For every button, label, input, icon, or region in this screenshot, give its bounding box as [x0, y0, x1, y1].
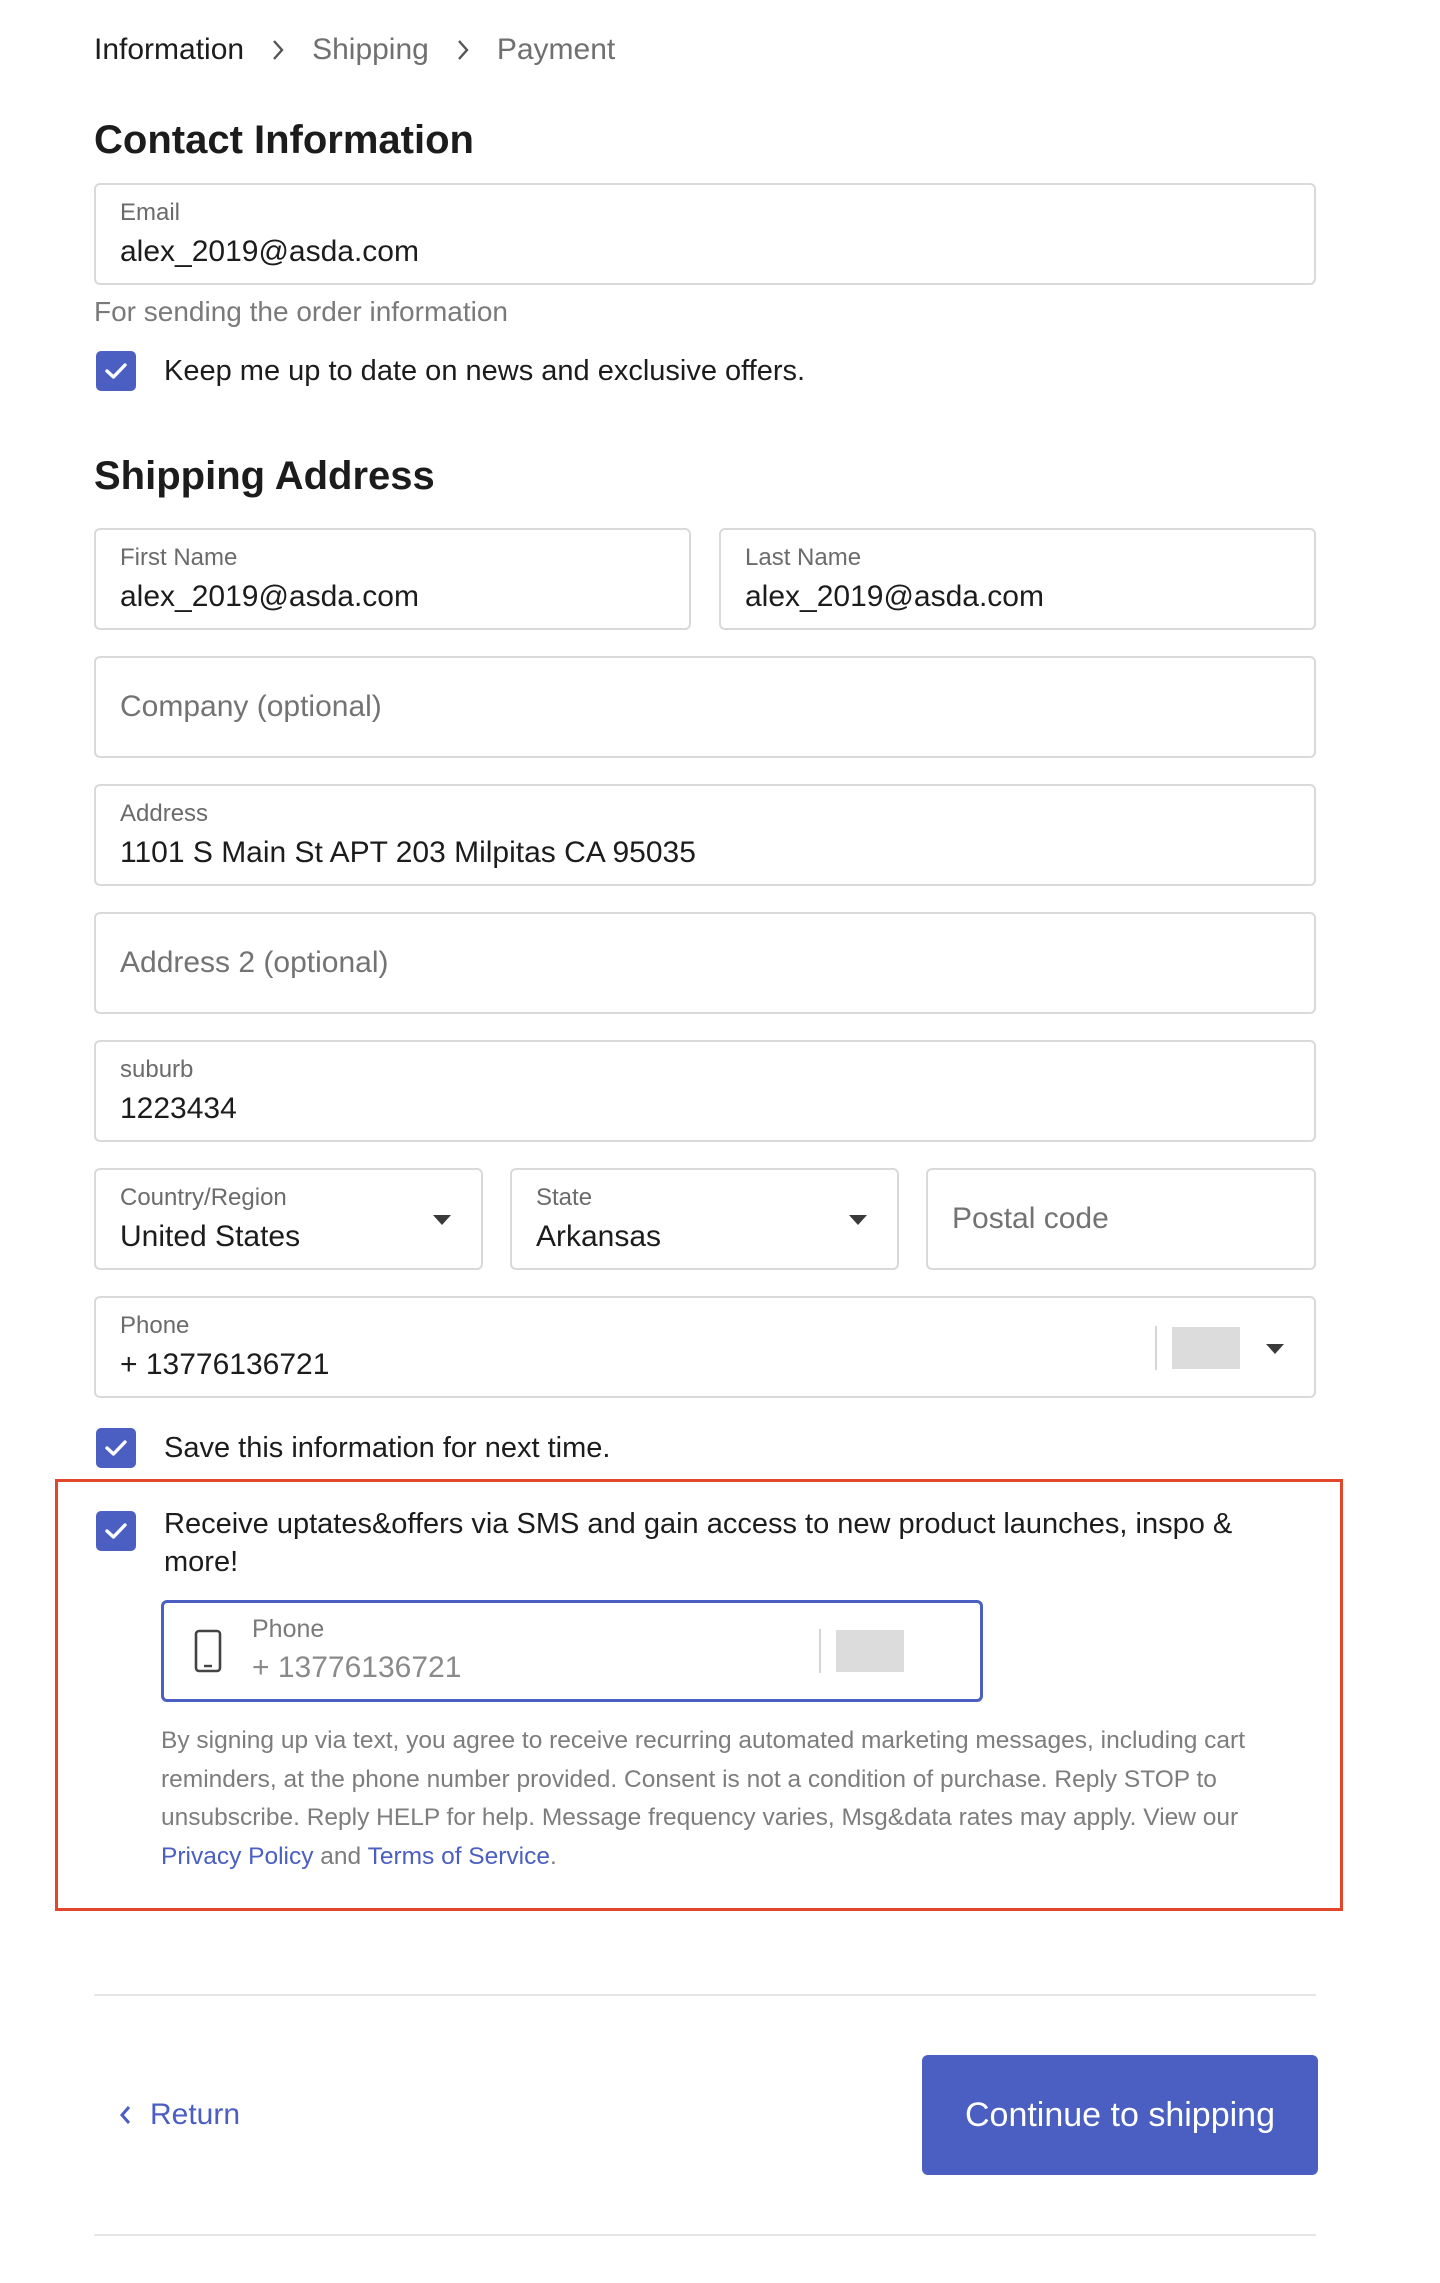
country-value[interactable]: United States [120, 1220, 300, 1254]
chevron-right-icon [429, 39, 497, 61]
footer-divider-top [94, 1994, 1316, 1996]
legal-and-text: and [320, 1842, 362, 1870]
breadcrumb-payment[interactable]: Payment [497, 33, 615, 67]
mobile-phone-icon [194, 1629, 222, 1678]
terms-of-service-link[interactable]: Terms of Service [368, 1843, 550, 1870]
footer-divider-bottom [94, 2234, 1316, 2236]
chevron-left-icon [118, 2104, 132, 2126]
first-name-field[interactable]: First Name alex_2019@asda.com [94, 528, 691, 630]
suburb-label: suburb [120, 1056, 194, 1083]
sms-legal-body: By signing up via text, you agree to rec… [161, 1727, 1246, 1831]
state-value[interactable]: Arkansas [536, 1220, 661, 1254]
newsletter-label: Keep me up to date on news and exclusive… [164, 355, 806, 387]
phone-country-divider [1155, 1326, 1157, 1370]
save-info-checkbox-row[interactable]: Save this information for next time. [96, 1428, 610, 1468]
company-placeholder: Company (optional) [120, 690, 382, 723]
breadcrumb-information[interactable]: Information [94, 33, 244, 67]
return-label[interactable]: Return [150, 2098, 240, 2132]
suburb-value[interactable]: 1223434 [120, 1092, 237, 1126]
last-name-label: Last Name [745, 544, 862, 571]
checkmark-icon [105, 1523, 127, 1539]
email-label: Email [120, 199, 181, 226]
first-name-label: First Name [120, 544, 238, 571]
last-name-field[interactable]: Last Name alex_2019@asda.com [719, 528, 1316, 630]
caret-down-icon[interactable] [1266, 1344, 1284, 1354]
newsletter-checkbox-row[interactable]: Keep me up to date on news and exclusive… [96, 351, 805, 391]
sms-optin-label: Receive uptates&offers via SMS and gain … [164, 1508, 1233, 1578]
breadcrumb: Information Shipping Payment [94, 30, 615, 70]
state-label: State [536, 1184, 593, 1211]
country-select[interactable]: Country/Region United States [94, 1168, 483, 1270]
sms-phone-value[interactable]: + 13776136721 [252, 1651, 461, 1685]
contact-section-title: Contact Information [94, 118, 474, 162]
country-flag-icon[interactable] [836, 1630, 904, 1672]
address2-placeholder: Address 2 (optional) [120, 946, 389, 979]
sms-phone-label: Phone [252, 1615, 325, 1643]
save-info-label: Save this information for next time. [164, 1432, 611, 1464]
sms-legal-text: By signing up via text, you agree to rec… [161, 1722, 1291, 1876]
phone-field[interactable]: Phone + 13776136721 [94, 1296, 1316, 1398]
first-name-value[interactable]: alex_2019@asda.com [120, 580, 419, 614]
address-label: Address [120, 800, 209, 827]
sms-phone-divider [819, 1629, 821, 1673]
email-field[interactable]: Email alex_2019@asda.com [94, 183, 1316, 285]
email-value[interactable]: alex_2019@asda.com [120, 235, 419, 269]
breadcrumb-shipping[interactable]: Shipping [312, 33, 429, 67]
phone-label: Phone [120, 1312, 190, 1339]
phone-value[interactable]: + 13776136721 [120, 1348, 329, 1382]
country-flag-icon[interactable] [1172, 1327, 1240, 1369]
address-field[interactable]: Address 1101 S Main St APT 203 Milpitas … [94, 784, 1316, 886]
suburb-field[interactable]: suburb 1223434 [94, 1040, 1316, 1142]
checkmark-icon [105, 1440, 127, 1456]
save-info-checkbox[interactable] [96, 1428, 136, 1468]
chevron-right-icon [244, 39, 312, 61]
sms-phone-field[interactable]: Phone + 13776136721 [161, 1600, 983, 1702]
caret-down-icon[interactable] [433, 1215, 451, 1225]
continue-to-shipping-button[interactable]: Continue to shipping [922, 2055, 1318, 2175]
privacy-policy-link[interactable]: Privacy Policy [161, 1843, 313, 1870]
postal-code-field[interactable]: Postal code [926, 1168, 1316, 1270]
sms-optin-checkbox-row[interactable]: Receive uptates&offers via SMS and gain … [96, 1508, 1256, 1581]
country-label: Country/Region [120, 1184, 287, 1211]
state-select[interactable]: State Arkansas [510, 1168, 899, 1270]
email-helper-text: For sending the order information [94, 296, 508, 327]
return-link[interactable]: Return [118, 2092, 240, 2138]
newsletter-checkbox[interactable] [96, 351, 136, 391]
caret-down-icon[interactable] [849, 1215, 867, 1225]
shipping-section-title: Shipping Address [94, 454, 435, 498]
postal-code-placeholder: Postal code [952, 1202, 1109, 1235]
legal-period: . [550, 1842, 557, 1870]
address2-field[interactable]: Address 2 (optional) [94, 912, 1316, 1014]
address-value[interactable]: 1101 S Main St APT 203 Milpitas CA 95035 [120, 836, 696, 870]
checkmark-icon [105, 363, 127, 379]
last-name-value[interactable]: alex_2019@asda.com [745, 580, 1044, 614]
sms-optin-checkbox[interactable] [96, 1511, 136, 1551]
company-field[interactable]: Company (optional) [94, 656, 1316, 758]
